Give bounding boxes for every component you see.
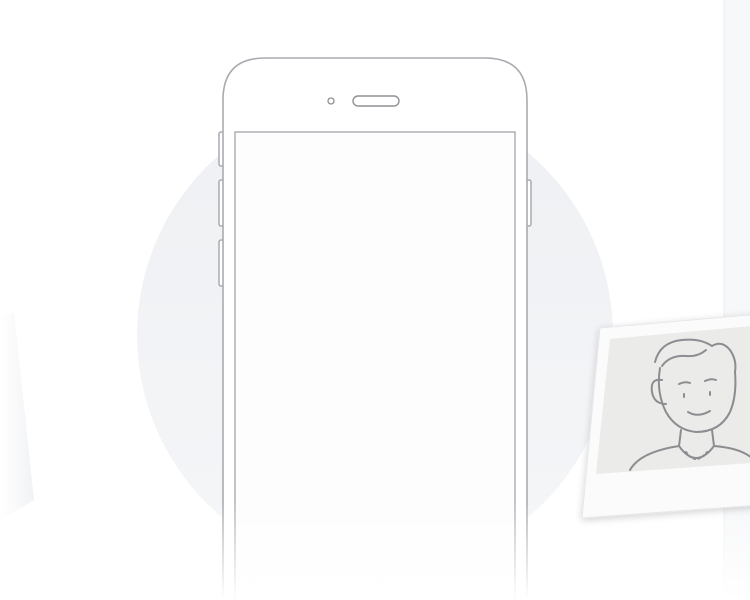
phone-illustration: [0, 0, 750, 600]
photo-inner: [596, 326, 750, 474]
camera-dot-icon: [327, 97, 335, 105]
earpiece-icon: [352, 95, 400, 107]
illustration-canvas: [0, 0, 750, 600]
left-card-shape: [0, 312, 34, 520]
bottom-fade: [0, 500, 750, 600]
